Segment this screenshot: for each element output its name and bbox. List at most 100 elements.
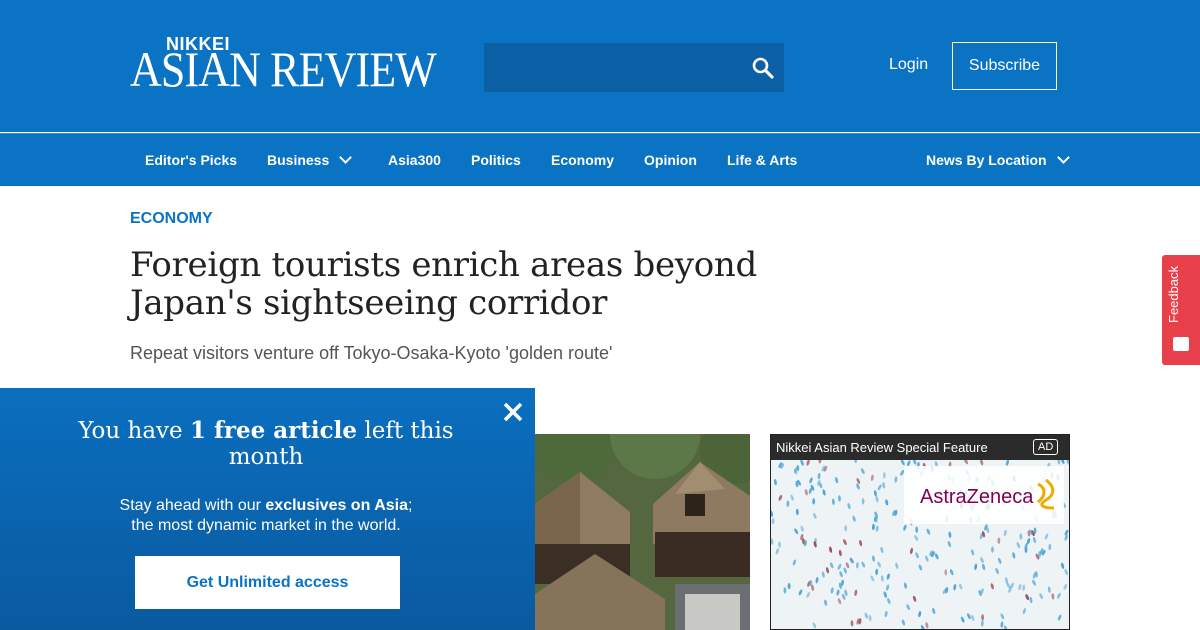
paywall-popup: You have 1 free article left this month … <box>0 388 535 630</box>
feedback-tab[interactable]: Feedback <box>1162 255 1200 365</box>
ad-pattern-dot <box>925 622 929 629</box>
ad-pattern-dot <box>806 460 810 466</box>
ad-pattern-dot <box>798 589 803 596</box>
nav-item-news-by-location[interactable]: News By Location <box>926 151 1070 168</box>
ad-pattern-dot <box>925 555 929 562</box>
nav-item-business[interactable]: Business <box>267 151 353 168</box>
ad-pattern-dot <box>1063 583 1068 590</box>
ad-pattern-dot <box>875 496 879 503</box>
ad-pattern-dot <box>1016 542 1021 549</box>
ad-pattern-dot <box>900 460 905 466</box>
ad-pattern-dot <box>953 584 957 591</box>
ad-pattern-dot <box>885 499 889 506</box>
login-link[interactable]: Login <box>889 56 928 74</box>
ad-pattern-dot <box>795 508 799 516</box>
ad-header: Nikkei Asian Review Special Feature AD <box>771 435 1069 460</box>
ad-pattern-dot <box>806 591 811 598</box>
nav-item-life-arts[interactable]: Life & Arts <box>727 152 797 168</box>
nav-item-label: Economy <box>551 152 615 168</box>
nav-item-label: Asia300 <box>388 152 441 168</box>
ad-pattern-dot <box>903 524 907 531</box>
ad-pattern-dot <box>1039 593 1043 600</box>
ad-pattern-dot <box>981 563 986 571</box>
ad-pattern-dot <box>809 477 813 484</box>
ad-pattern-dot <box>947 541 952 548</box>
ad-image: AstraZeneca <box>771 460 1069 629</box>
nav-item-asia300[interactable]: Asia300 <box>388 152 441 168</box>
ad-pattern-dot <box>981 614 985 621</box>
ad-pattern-dot <box>1019 533 1023 540</box>
ad-pattern-dot <box>884 610 888 618</box>
ad-brand-box: AstraZeneca <box>904 466 1064 524</box>
nav-item-editors-picks[interactable]: Editor's Picks <box>145 152 237 168</box>
paywall-body: Stay ahead with our exclusives on Asia; t… <box>40 496 492 536</box>
ad-pattern-dot <box>964 460 968 465</box>
ad-pattern-dot <box>915 526 919 533</box>
ad-pattern-dot <box>839 571 843 578</box>
ad-pattern-dot <box>918 564 923 571</box>
article-headline: Foreign tourists enrich areas beyond Jap… <box>130 245 757 323</box>
ad-pattern-dot <box>861 561 866 568</box>
ad-pattern-dot <box>787 582 791 590</box>
ad-pattern-dot <box>800 525 804 532</box>
search-input[interactable] <box>484 43 739 92</box>
ad-pattern-dot <box>895 562 899 569</box>
section-label[interactable]: ECONOMY <box>130 210 213 228</box>
ad-pattern-dot <box>1044 533 1049 540</box>
paywall-body-pre: Stay ahead with our <box>119 497 266 514</box>
ad-pattern-dot <box>875 525 879 532</box>
ad-pattern-dot <box>997 537 1001 544</box>
close-icon[interactable] <box>499 398 527 426</box>
advertisement[interactable]: Nikkei Asian Review Special Feature AD A… <box>770 434 1070 630</box>
paywall-title-count: 1 free article <box>189 417 358 444</box>
ad-pattern-dot <box>980 557 984 564</box>
site-logo[interactable]: NIKKEI ASIAN REVIEW <box>130 34 437 94</box>
ad-pattern-dot <box>872 555 875 562</box>
feedback-label: Feedback <box>1166 265 1181 323</box>
feedback-icon <box>1173 337 1189 351</box>
nav-item-opinion[interactable]: Opinion <box>644 152 697 168</box>
ad-pattern-dot <box>1029 596 1033 604</box>
ad-pattern-dot <box>877 484 882 491</box>
ad-pattern-dot <box>970 549 975 556</box>
subscribe-button[interactable]: Subscribe <box>952 42 1057 90</box>
nav-item-economy[interactable]: Economy <box>551 152 614 168</box>
ad-brand-name: AstraZeneca <box>920 486 1034 508</box>
ad-pattern-dot <box>829 562 834 569</box>
ad-pattern-dot <box>829 546 833 553</box>
nav-item-label: News By Location <box>926 152 1047 168</box>
ad-pattern-dot <box>812 622 817 629</box>
ad-pattern-dot <box>948 531 952 538</box>
get-unlimited-access-button[interactable]: Get Unlimited access <box>135 556 400 609</box>
ad-pattern-dot <box>1057 460 1061 465</box>
search-box <box>484 43 784 92</box>
paywall-body-bold: exclusives on Asia <box>265 497 408 514</box>
ad-pattern-dot <box>974 563 978 570</box>
ad-pattern-dot <box>844 525 848 532</box>
ad-pattern-dot <box>838 495 841 502</box>
ad-pattern-dot <box>1060 460 1065 464</box>
nav-item-politics[interactable]: Politics <box>471 152 521 168</box>
ad-pattern-dot <box>871 523 875 531</box>
ad-pattern-dot <box>1018 583 1022 591</box>
ad-pattern-dot <box>830 587 834 594</box>
ad-pattern-dot <box>790 494 794 501</box>
ad-pattern-dot <box>864 612 868 619</box>
ad-pattern-dot <box>786 500 790 507</box>
ad-pattern-dot <box>837 598 842 605</box>
ad-pattern-dot <box>1047 586 1051 593</box>
search-icon[interactable] <box>750 55 776 81</box>
ad-pattern-dot <box>870 474 874 481</box>
ad-pattern-dot <box>877 561 881 568</box>
ad-pattern-dot <box>980 620 984 627</box>
article-subhead: Repeat visitors venture off Tokyo-Osaka-… <box>130 343 613 363</box>
logo-main-text: ASIAN REVIEW <box>130 41 437 97</box>
ad-pattern-dot <box>870 575 875 582</box>
chevron-down-icon <box>1056 151 1070 164</box>
ad-pattern-dot <box>886 573 890 580</box>
ad-pattern-dot <box>980 460 984 466</box>
ad-pattern-dot <box>935 553 939 560</box>
ad-pattern-dot <box>991 546 994 553</box>
ad-pattern-dot <box>825 567 830 574</box>
ad-pattern-dot <box>1022 584 1026 591</box>
